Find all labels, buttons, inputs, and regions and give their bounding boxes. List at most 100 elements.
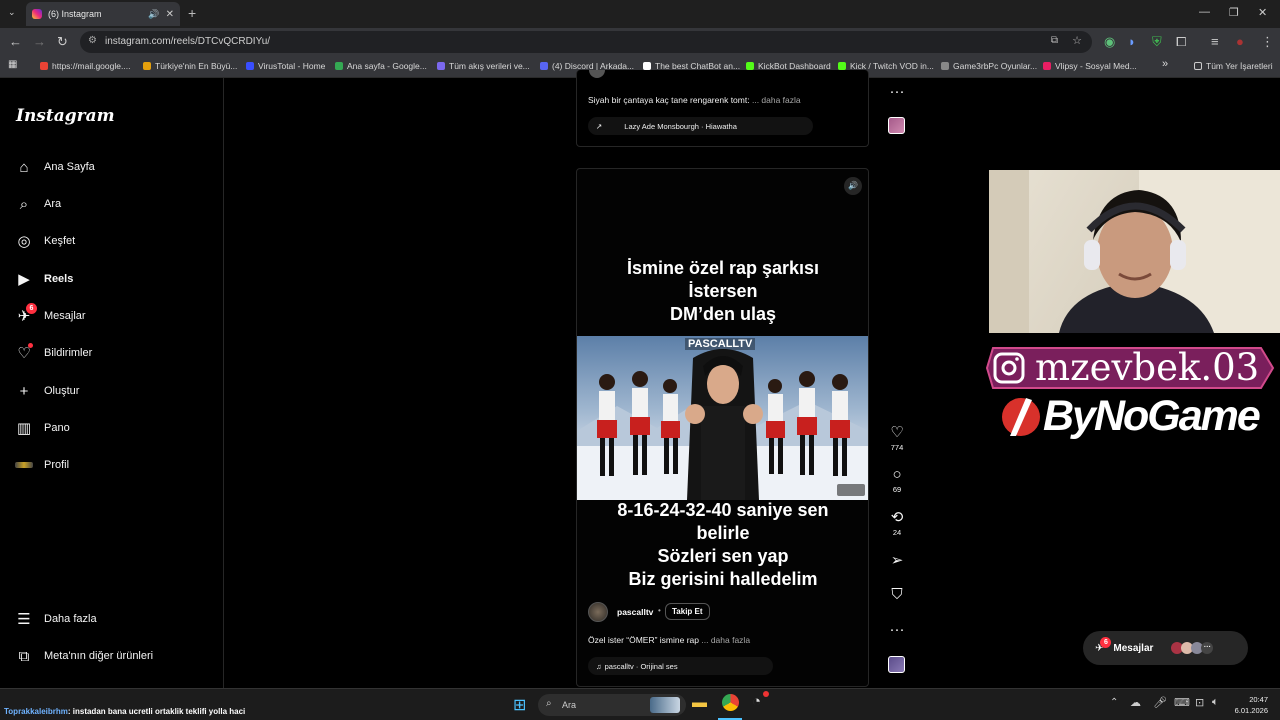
nav-notifications[interactable]: ♡ Bildirimler xyxy=(14,341,92,365)
reel-bottom-text: 8-16-24-32-40 saniye sen belirle Sözleri… xyxy=(617,500,829,589)
prev-more-options[interactable]: ··· xyxy=(884,83,910,100)
follow-button[interactable]: Takip Et xyxy=(665,603,710,620)
previous-audio-thumbnail[interactable] xyxy=(888,117,905,134)
nav-reels[interactable]: ▶ Reels xyxy=(14,267,73,291)
restore-icon[interactable]: ❐ xyxy=(1229,6,1239,19)
conversation-avatars: ··· xyxy=(1171,642,1214,654)
install-icon[interactable]: ⧉ xyxy=(1051,35,1058,46)
more-options-button[interactable]: ··· xyxy=(884,621,910,638)
bookmark-item[interactable]: VirusTotal - Home xyxy=(246,61,325,71)
heart-icon: ♡ xyxy=(890,424,904,441)
notification-dot xyxy=(763,691,769,697)
address-bar[interactable]: ⚙ instagram.com/reels/DTCvQCRDIYu/ ⧉ ☆ xyxy=(80,31,1092,53)
all-bookmarks-folder[interactable]: Tüm Yer İşaretleri xyxy=(1194,61,1273,71)
bookmark-icon: ⛉ xyxy=(891,586,903,603)
windows-taskbar: Toprakkaleibrhm: instadan bana ucretli o… xyxy=(0,688,1280,720)
volume-icon[interactable]: 🔊 xyxy=(844,177,862,195)
tab-search-icon[interactable]: ⌄ xyxy=(8,7,16,18)
obs-icon[interactable]: ◔ xyxy=(752,693,761,710)
close-tab-icon[interactable]: ✕ xyxy=(166,9,174,20)
bookmark-star-icon[interactable]: ☆ xyxy=(1072,34,1082,47)
bookmark-item[interactable]: Tüm akış verileri ve... xyxy=(437,61,530,71)
avatar[interactable] xyxy=(588,602,608,622)
new-tab-icon[interactable]: + xyxy=(188,5,196,21)
nav-search[interactable]: ⌕ Ara xyxy=(14,192,61,216)
back-icon[interactable]: ← xyxy=(9,34,22,49)
windows-start-icon[interactable]: ⊞ xyxy=(513,695,526,715)
music-note-icon: ♫ xyxy=(596,661,602,671)
instagram-logo[interactable]: Instagram xyxy=(16,106,115,126)
reload-icon[interactable]: ↻ xyxy=(57,34,68,50)
extension-2-icon[interactable]: ◗ xyxy=(1128,34,1136,49)
close-window-icon[interactable]: ✕ xyxy=(1258,6,1267,19)
nav-dashboard[interactable]: ▥ Pano xyxy=(14,416,70,440)
clock-time: 20:47 xyxy=(1249,695,1268,704)
instagram-handle-overlay: mzevbek.03 xyxy=(985,346,1275,390)
onedrive-icon[interactable]: ☁ xyxy=(1130,696,1141,709)
nav-create[interactable]: + Oluştur xyxy=(14,379,80,403)
system-clock[interactable]: 20:47 6.01.2026 xyxy=(1235,694,1268,716)
more-link[interactable]: ... daha fazla xyxy=(701,635,750,645)
chrome-icon[interactable] xyxy=(722,694,739,711)
speaker-icon[interactable]: 🔊 xyxy=(148,9,159,20)
media-control-icon[interactable]: ≡ xyxy=(1211,34,1219,49)
extensions-puzzle-icon[interactable]: ⧠ xyxy=(1176,34,1186,50)
bookmark-item[interactable]: Türkiye'nin En Büyü... xyxy=(143,61,237,71)
hamburger-icon: ☰ xyxy=(17,611,31,628)
more-options-icon: ··· xyxy=(889,621,905,638)
more-link[interactable]: ... daha fazla xyxy=(752,95,801,105)
comment-button[interactable]: ○ 69 xyxy=(884,466,910,494)
nav-explore[interactable]: ◎ Keşfet xyxy=(14,229,75,253)
volume-icon[interactable]: 🔈︎ xyxy=(1212,696,1219,709)
tab-title: (6) Instagram xyxy=(48,9,102,19)
tray-overflow-icon[interactable]: ⌃ xyxy=(1110,697,1118,708)
keyboard-icon[interactable]: ⌨ xyxy=(1174,696,1190,709)
nav-meta-products[interactable]: ⧉ Meta'nın diğer ürünleri xyxy=(14,644,153,668)
save-button[interactable]: ⛉ xyxy=(884,586,910,603)
bookmark-item[interactable]: https://mail.google.... xyxy=(40,61,130,71)
minimize-icon[interactable]: — xyxy=(1199,6,1210,18)
nav-home[interactable]: ⌂ Ana Sayfa xyxy=(14,155,94,179)
apps-grid-icon[interactable]: ▦ xyxy=(8,59,17,70)
profile-avatar-icon[interactable]: ● xyxy=(1236,34,1244,49)
like-button[interactable]: ♡ 774 xyxy=(884,423,910,452)
nav-profile[interactable]: Profil xyxy=(14,453,69,477)
reel-video-frame[interactable]: PASCALLTV xyxy=(577,336,868,500)
share-button[interactable]: ➢ xyxy=(884,551,910,569)
menu-icon[interactable]: ⋮ xyxy=(1261,34,1274,50)
extension-icon[interactable]: ◉ xyxy=(1104,34,1115,50)
reel-card[interactable]: 🔊 İsmine özel rap şarkısı İstersen DM’de… xyxy=(576,168,869,687)
reel-audio[interactable]: ♫ pascalltv · Orijinal ses xyxy=(588,657,773,675)
nav-messages[interactable]: ✈ 6 Mesajlar xyxy=(14,303,86,328)
bookmark-item[interactable]: Ana sayfa - Google... xyxy=(335,61,427,71)
nav-more[interactable]: ☰ Daha fazla xyxy=(14,607,96,631)
avatar xyxy=(14,455,34,475)
network-icon[interactable]: ⊡ xyxy=(1195,696,1204,709)
bookmark-item[interactable]: Vlipsy - Sosyal Med... xyxy=(1043,61,1137,71)
meta-apps-icon: ⧉ xyxy=(18,647,30,665)
brand-text: ByNoGame xyxy=(1043,392,1261,440)
video-watermark: PASCALLTV xyxy=(685,338,756,350)
avatar xyxy=(589,70,605,78)
messenger-icon: ✈ 6 xyxy=(1095,636,1112,654)
more-options-icon: ··· xyxy=(889,83,905,100)
previous-reel-audio[interactable]: ↗ Lazy Ade Monsbourgh · Hiawatha xyxy=(588,117,813,135)
forward-icon[interactable]: → xyxy=(33,34,46,49)
floating-messages-button[interactable]: ✈ 6 Mesajlar ··· xyxy=(1083,631,1248,665)
separator-dot: • xyxy=(658,606,661,615)
shield-icon[interactable]: ⛨ xyxy=(1152,34,1162,50)
file-explorer-icon[interactable]: ▬ xyxy=(692,694,707,711)
repost-icon: ⟲ xyxy=(890,509,904,526)
more-bookmarks-icon[interactable]: » xyxy=(1162,58,1168,70)
reel-username[interactable]: pascalltv xyxy=(617,607,653,617)
taskbar-search[interactable]: ⌕ Ara xyxy=(538,694,686,716)
reels-icon: ▶ xyxy=(18,271,30,288)
send-icon: ➢ xyxy=(890,552,904,569)
tab-instagram[interactable]: (6) Instagram 🔊 ✕ xyxy=(26,2,180,26)
audio-thumbnail[interactable] xyxy=(888,656,905,673)
microphone-icon[interactable]: 🎤︎ xyxy=(1153,696,1167,709)
repost-button[interactable]: ⟲ 24 xyxy=(884,508,910,537)
site-info-icon[interactable]: ⚙ xyxy=(88,35,97,46)
clock-date: 6.01.2026 xyxy=(1234,706,1268,715)
bookmark-item[interactable]: Game3rbPc Oyunlar... xyxy=(941,61,1037,71)
